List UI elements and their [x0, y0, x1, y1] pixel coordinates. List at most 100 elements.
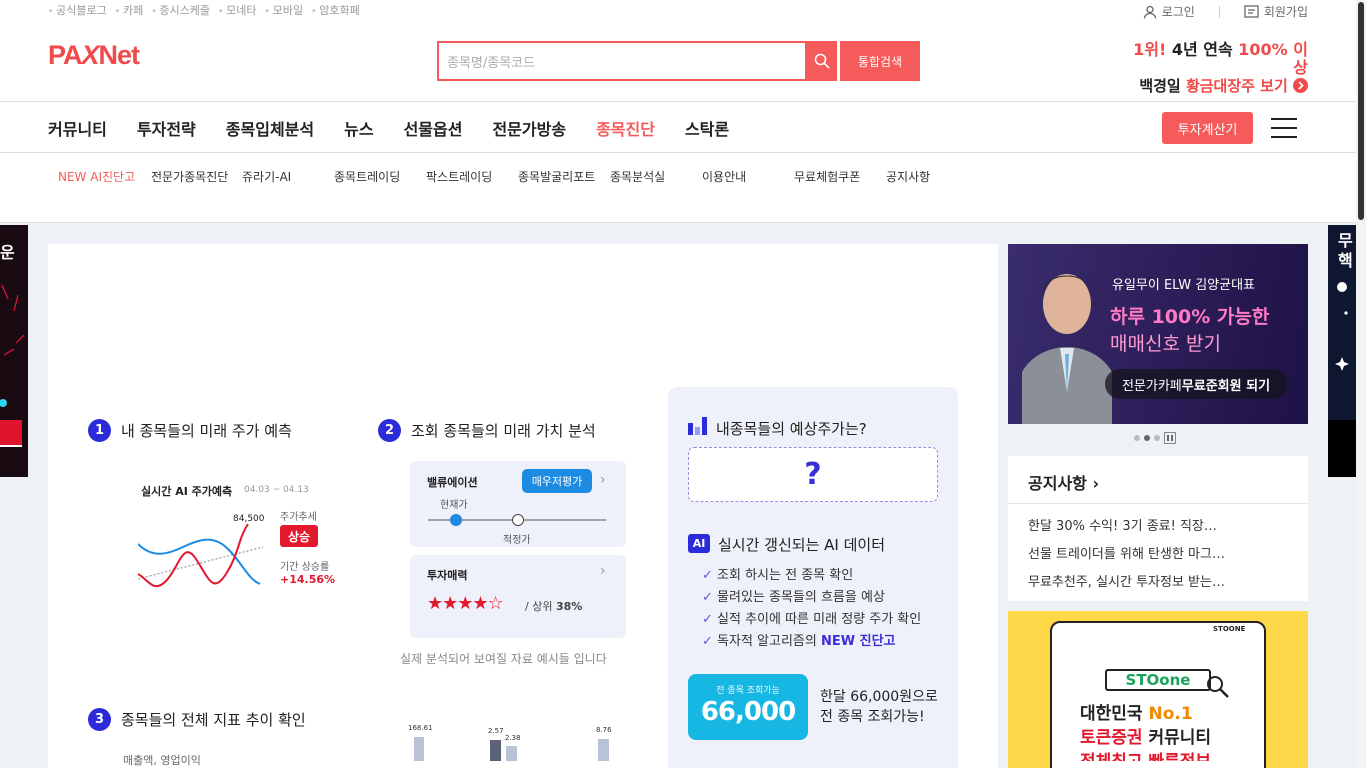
nav-futures[interactable]: 선물옵션	[404, 116, 463, 140]
total-search-button[interactable]: 통합검색	[840, 41, 920, 81]
question-box[interactable]: ?	[688, 447, 938, 502]
search-icon	[814, 53, 830, 69]
bar-label-4: 8.76	[596, 726, 612, 734]
bar-4	[598, 739, 609, 761]
right-banner-art	[1328, 282, 1356, 477]
user-icon	[1143, 5, 1156, 19]
util-link-blog[interactable]: 공식블로그	[48, 2, 107, 18]
bar-2	[490, 740, 501, 761]
section-1-title: 1 내 종목들의 미래 주가 예측	[88, 419, 292, 442]
util-divider	[1218, 5, 1220, 18]
menu-icon[interactable]	[1271, 118, 1297, 138]
notice-item[interactable]: 무료추천주, 실시간 투자정보 받는…	[1028, 569, 1258, 597]
left-banner-art	[0, 284, 25, 447]
nav-diagnosis[interactable]: 종목진단	[596, 116, 655, 140]
subnav-expert-diagnosis[interactable]: 전문가종목진단	[151, 168, 228, 185]
right-side-banner[interactable]: 무 핵	[1328, 225, 1356, 477]
nav-stockloan[interactable]: 스탁론	[685, 116, 729, 140]
util-link-mobile[interactable]: 모바일	[265, 2, 303, 18]
expert-photo	[1022, 274, 1112, 424]
stoone-logo: STOone	[1105, 669, 1211, 691]
subnav-coupon[interactable]: 무료체험쿠폰	[794, 168, 860, 185]
stoone-line-1-b: No.1	[1148, 704, 1193, 724]
notice-divider	[1008, 503, 1308, 504]
attract-rank-prefix: / 상위	[525, 600, 556, 613]
section-2-title: 2 조회 종목들의 미래 가치 분석	[378, 419, 596, 442]
left-side-banner[interactable]: 운	[0, 225, 28, 477]
subnav-analysis-room[interactable]: 종목분석실	[610, 168, 665, 185]
main-content: 1 내 종목들의 미래 주가 예측 실시간 AI 주가예측 04.03 ~ 04…	[48, 244, 998, 768]
price-description: 한달 66,000원으로 전 종목 조회가능!	[820, 687, 938, 727]
notice-item[interactable]: 선물 트레이더를 위해 탄생한 마그…	[1028, 541, 1258, 569]
logo-net: Net	[98, 40, 141, 70]
nav-news[interactable]: 뉴스	[344, 116, 373, 140]
nav-strategy[interactable]: 투자전략	[137, 116, 196, 140]
join-link[interactable]: 회원가입	[1244, 3, 1308, 20]
pagination-dot-active[interactable]	[1144, 435, 1150, 441]
util-account: 로그인 회원가입	[1143, 3, 1308, 20]
header: PAXNet 종목명/종목코드 통합검색 1위! 4년 연속 100% 이상 백…	[0, 22, 1366, 102]
section-3-cut-text: 매출액, 영업이익	[123, 754, 201, 767]
subnav-report[interactable]: 종목발굴리포트	[518, 168, 595, 185]
ad-rank: 1위!	[1133, 40, 1167, 59]
login-link[interactable]: 로그인	[1143, 3, 1195, 20]
nav-community[interactable]: 커뮤니티	[48, 116, 107, 140]
expert-banner[interactable]: 유일무이 ELW 김양균대표 하루 100% 가능한 매매신호 받기 전문가카페…	[1008, 244, 1308, 424]
stoone-line-2: 토큰증권 커뮤니티	[1080, 723, 1211, 748]
section-1-label: 내 종목들의 미래 주가 예측	[121, 422, 292, 440]
chevron-right-circle-icon	[1293, 78, 1308, 93]
notice-title[interactable]: 공지사항 ›	[1028, 470, 1099, 494]
trend-badge: 상승	[280, 525, 318, 547]
ai-badge: AI	[688, 534, 710, 553]
chevron-right-icon: ›	[600, 472, 606, 488]
ai-chart-graph	[138, 523, 264, 588]
notice-box: 공지사항 › 한달 30% 수익! 3기 종료! 직장… 선물 트레이더를 위해…	[1008, 456, 1308, 601]
util-link-cafe[interactable]: 카페	[115, 2, 143, 18]
util-link-crypto[interactable]: 암호화폐	[311, 2, 359, 18]
ad-link-text: 황금대장주 보기	[1185, 77, 1288, 95]
util-link-schedule[interactable]: 증시스케줄	[151, 2, 210, 18]
feature-item-prefix: 독자적 알고리즘의	[717, 634, 821, 649]
example-note: 실제 분석되어 보여질 자료 예시들 입니다	[400, 652, 607, 666]
search-placeholder: 종목명/종목코드	[447, 55, 536, 71]
feature-item: 조회 하시는 전 종목 확인	[702, 565, 921, 587]
paxnet-logo[interactable]: PAXNet	[48, 40, 141, 71]
feature-item-highlight: NEW 진단고	[820, 634, 896, 649]
util-link-moneta[interactable]: 모네타	[218, 2, 256, 18]
pause-icon[interactable]	[1164, 432, 1176, 444]
subnav-jurassic-ai[interactable]: 쥬라기-AI	[242, 168, 291, 185]
invest-calculator-button[interactable]: 투자계산기	[1162, 112, 1253, 144]
banner-line-1: 유일무이 ELW 김양균대표	[1112, 278, 1256, 293]
pagination-dot[interactable]	[1134, 435, 1140, 441]
nav-analysis[interactable]: 종목입체분석	[226, 116, 314, 140]
header-ad[interactable]: 1위! 4년 연속 100% 이상 백경일 황금대장주 보기	[1128, 41, 1308, 95]
search-input[interactable]: 종목명/종목코드	[437, 41, 807, 81]
valuation-slider	[428, 514, 606, 526]
attract-title: 투자매력	[427, 569, 468, 582]
ai-chart-period: 04.03 ~ 04.13	[244, 485, 309, 495]
price-desc-line-2: 전 종목 조회가능!	[820, 709, 925, 725]
nav-broadcast[interactable]: 전문가방송	[492, 116, 566, 140]
banner-cta[interactable]: 전문가카페 무료준회원 되기	[1105, 369, 1287, 399]
price-badge[interactable]: 전 종목 조회가능 66,000	[688, 674, 808, 740]
valuation-badge: 매우저평가	[522, 469, 592, 493]
login-label: 로그인	[1161, 5, 1195, 19]
right-banner-text-2: 핵	[1338, 251, 1353, 270]
bar-label-3: 2.38	[505, 734, 521, 742]
subnav-pax-trading[interactable]: 팍스트레이딩	[426, 168, 492, 185]
pagination-dot[interactable]	[1154, 435, 1160, 441]
subnav-notice[interactable]: 공지사항	[886, 168, 930, 185]
subnav-guide[interactable]: 이용안내	[702, 168, 746, 185]
search-button[interactable]	[806, 41, 837, 81]
ai-chart-title: 실시간 AI 주가예측	[141, 485, 233, 498]
section-3-label: 종목들의 전체 지표 추이 확인	[121, 711, 306, 729]
panel-title: 내종목들의 예상주가는?	[716, 420, 867, 438]
stoone-banner[interactable]: STOONE STOone 대한민국 No.1 토큰증권 커뮤니티 전체최고 빠…	[1008, 611, 1308, 768]
notice-item[interactable]: 한달 30% 수익! 3기 종료! 직장…	[1028, 513, 1258, 541]
page-scrollbar[interactable]	[1356, 0, 1366, 768]
subnav-trading[interactable]: 종목트레이딩	[334, 168, 400, 185]
bar-3	[506, 746, 517, 761]
scrollbar-thumb[interactable]	[1358, 2, 1364, 220]
expected-price-panel: 내종목들의 예상주가는? ? AI 실시간 갱신되는 AI 데이터 조회 하시는…	[668, 387, 958, 768]
subnav-ai-diagnosis[interactable]: NEW AI진단고	[58, 168, 135, 185]
